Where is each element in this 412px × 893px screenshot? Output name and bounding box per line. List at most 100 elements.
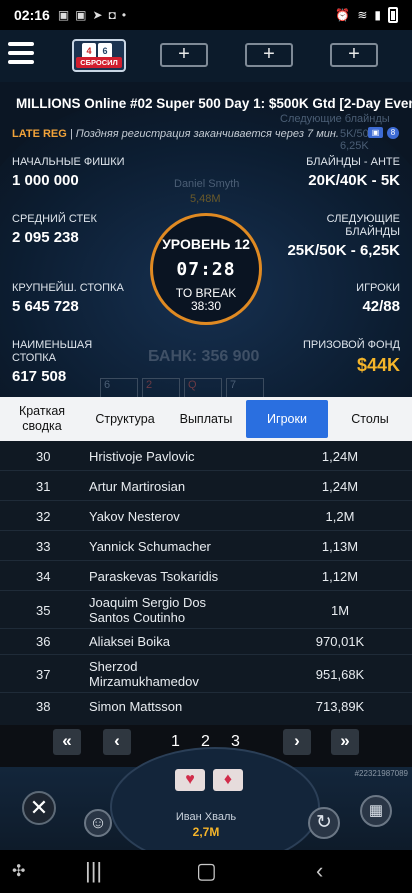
- player-name: Artur Martirosian: [89, 479, 186, 494]
- late-registration-notice: LATE REG | Поздняя регистрация заканчива…: [12, 128, 339, 140]
- players-list: 30 Hristivoje Pavlovic 1,24M 31 Artur Ma…: [0, 441, 412, 725]
- blinds-value: 20K/40K - 5K: [308, 172, 400, 189]
- smallest-stack-label: НАИМЕНЬШАЯ СТОПКА: [12, 339, 93, 364]
- hand-id: #22321987089: [354, 769, 408, 778]
- first-page-button[interactable]: «: [53, 729, 81, 755]
- player-name: Simon Mattsson: [89, 699, 183, 714]
- hero-seat: Иван Хваль 2,7M: [160, 811, 252, 839]
- player-rank: 35: [36, 603, 51, 618]
- grid-menu-icon[interactable]: ▦: [360, 795, 392, 827]
- tab-tables[interactable]: Столы: [328, 397, 412, 441]
- player-rank: 33: [36, 539, 51, 554]
- break-countdown: 38:30: [190, 299, 222, 313]
- player-chips: 713,89K: [315, 699, 365, 714]
- table-row[interactable]: 37 Sherzod Mirzamukhamedov 951,68K: [0, 655, 412, 693]
- close-icon[interactable]: ✕: [22, 791, 56, 825]
- add-table-button[interactable]: +: [245, 43, 293, 67]
- image-icon: ▣: [75, 8, 87, 22]
- player-chips: 1,2M: [325, 509, 355, 524]
- table-arc: [110, 747, 320, 867]
- avg-stack-value: 2 095 238: [12, 229, 79, 246]
- recent-apps-icon[interactable]: |||: [85, 858, 102, 884]
- ghost-pot: БАНК: 356 900: [148, 348, 260, 365]
- table-row[interactable]: 32 Yakov Nesterov 1,2M: [0, 501, 412, 531]
- player-chips: 1,24M: [321, 449, 359, 464]
- board-card: 7: [226, 378, 264, 398]
- player-name: Yakov Nesterov: [89, 509, 180, 524]
- active-table-thumbnail[interactable]: 4 6 СБРОСИЛ: [72, 39, 126, 72]
- lobby-tabs: Краткая сводка Структура Выплаты Игроки …: [0, 397, 412, 441]
- player-rank: 36: [36, 634, 51, 649]
- next-blinds-label: СЛЕДУЮЩИЕ БЛАЙНДЫ: [326, 213, 400, 238]
- player-chips: 1,24M: [321, 479, 359, 494]
- menu-icon[interactable]: [8, 42, 34, 64]
- ghost-next-blinds: Следующие блайнды: [280, 113, 390, 125]
- players-value: 42/88: [362, 298, 400, 315]
- late-reg-tag: LATE REG: [12, 128, 67, 140]
- back-icon[interactable]: ‹: [316, 858, 323, 884]
- top-bar: 4 6 СБРОСИЛ + + +: [0, 30, 412, 82]
- refresh-icon[interactable]: ↻: [308, 807, 340, 839]
- start-chips-label: НАЧАЛЬНЫЕ ФИШКИ: [12, 156, 125, 168]
- player-rank: 30: [36, 449, 51, 464]
- table-row[interactable]: 33 Yannick Schumacher 1,13M: [0, 531, 412, 561]
- hole-card-heart: ♥: [175, 769, 205, 791]
- hero-name: Иван Хваль: [175, 811, 237, 823]
- player-chips: 951,68K: [315, 667, 365, 682]
- ghost-player-stack: 5,48M: [190, 193, 221, 205]
- board-card: 2: [142, 378, 180, 398]
- board-card: 6: [100, 378, 138, 398]
- dot-icon: •: [121, 8, 127, 22]
- tab-summary[interactable]: Краткая сводка: [0, 397, 84, 441]
- player-chips: 1,13M: [321, 539, 359, 554]
- alarm-icon: ⏰: [335, 8, 351, 22]
- table-row[interactable]: 38 Simon Mattsson 713,89K: [0, 693, 412, 723]
- add-table-button[interactable]: +: [330, 43, 378, 67]
- table-row[interactable]: 30 Hristivoje Pavlovic 1,24M: [0, 441, 412, 471]
- player-rank: 37: [36, 667, 51, 682]
- player-rank: 31: [36, 479, 51, 494]
- ghost-board-cards: 6 2 Q 7: [100, 378, 264, 398]
- page-1[interactable]: 1: [171, 733, 180, 751]
- next-page-button[interactable]: ›: [283, 729, 311, 755]
- player-name: Joaquim Sergio Dos Santos Coutinho: [89, 595, 207, 625]
- add-table-button[interactable]: +: [160, 43, 208, 67]
- prize-pool-value: $44K: [356, 355, 400, 375]
- table-row[interactable]: 34 Paraskevas Tsokaridis 1,12M: [0, 561, 412, 591]
- game-launcher-icon[interactable]: ✣: [12, 861, 25, 881]
- late-reg-text: | Поздняя регистрация заканчивается чере…: [69, 128, 339, 140]
- fold-status: СБРОСИЛ: [76, 57, 122, 68]
- largest-stack-label: КРУПНЕЙШ. СТОПКА: [12, 282, 124, 294]
- player-rank: 38: [36, 699, 51, 714]
- prize-pool-label: ПРИЗОВОЙ ФОНД: [302, 339, 400, 351]
- telegram-icon: ➤: [92, 8, 103, 22]
- tab-payouts[interactable]: Выплаты: [166, 397, 246, 441]
- prev-page-button[interactable]: ‹: [103, 729, 131, 755]
- last-page-button[interactable]: »: [331, 729, 359, 755]
- smallest-stack-value: 617 508: [12, 368, 67, 385]
- home-icon[interactable]: ▢: [196, 858, 217, 884]
- status-time: 02:16: [14, 7, 50, 23]
- player-name: Hristivoje Pavlovic: [89, 449, 195, 464]
- hole-card-diamond: ♦: [213, 769, 243, 791]
- emoji-icon[interactable]: ☺: [84, 809, 112, 837]
- table-row[interactable]: 31 Artur Martirosian 1,24M: [0, 471, 412, 501]
- level-timer: УРОВЕНЬ 12 07:28 TO BREAK 38:30: [150, 213, 262, 325]
- image-icon: ▣: [57, 8, 70, 22]
- level-countdown: 07:28: [176, 259, 236, 280]
- largest-stack-value: 5 645 728: [12, 298, 79, 315]
- table-row[interactable]: 35 Joaquim Sergio Dos Santos Coutinho 1M: [0, 591, 412, 629]
- player-chips: 970,01K: [315, 634, 365, 649]
- players-card-icon[interactable]: ▣: [368, 127, 383, 138]
- tab-structure[interactable]: Структура: [84, 397, 166, 441]
- bag-icon: ◘: [108, 8, 116, 22]
- system-nav-bar: ✣ ||| ▢ ‹: [0, 850, 412, 893]
- table-row[interactable]: 36 Aliaksei Boika 970,01K: [0, 629, 412, 655]
- game-table-strip: ♥ ♦ #22321987089 ✕ ☺ Иван Хваль 2,7M ↻ ▦: [0, 747, 412, 867]
- tab-players[interactable]: Игроки: [246, 400, 328, 438]
- player-name: Aliaksei Boika: [89, 634, 170, 649]
- start-chips-value: 1 000 000: [12, 172, 79, 189]
- wifi-icon: ≋: [357, 8, 368, 22]
- status-bar: 02:16 ▣ ▣ ➤ ◘ • ⏰ ≋ ▮: [0, 0, 412, 30]
- hero-stack: 2,7M: [192, 825, 220, 839]
